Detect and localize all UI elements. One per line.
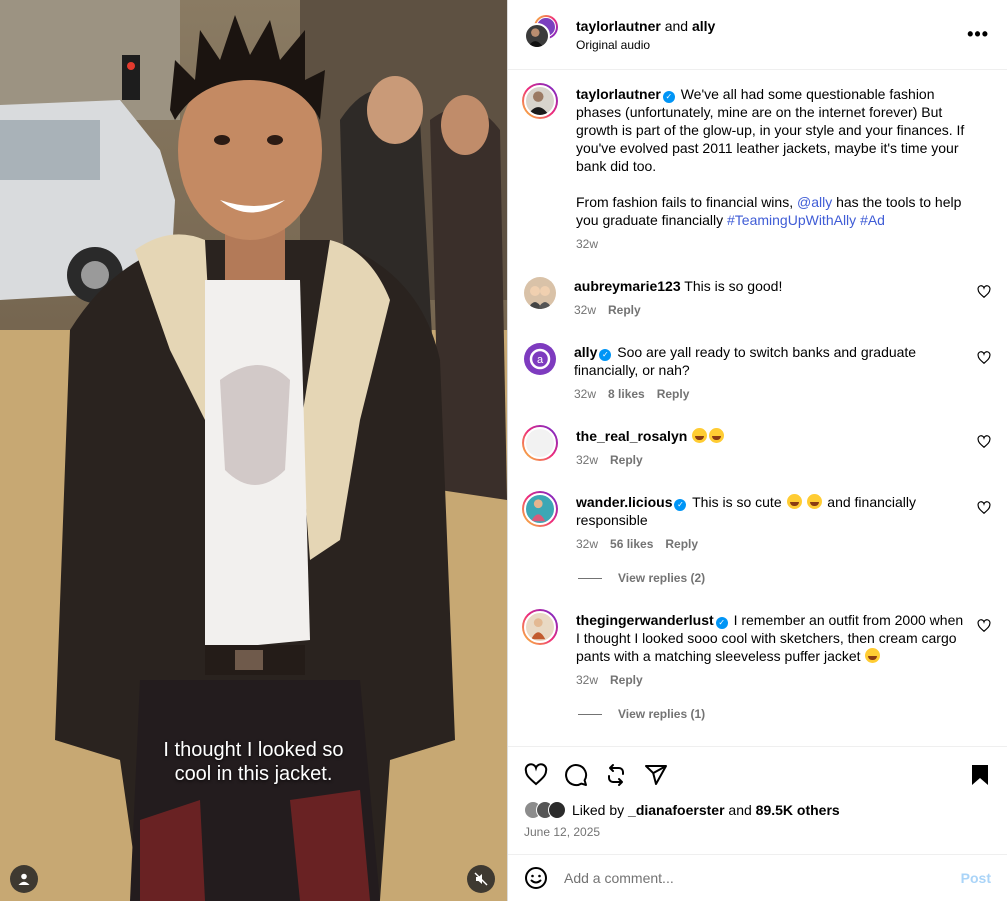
timestamp[interactable]: 32w — [576, 237, 598, 251]
mute-button[interactable] — [467, 865, 495, 893]
username[interactable]: wander.licious — [576, 494, 672, 510]
post-media[interactable]: I thought I looked so cool in this jacke… — [0, 0, 507, 901]
comments-list[interactable]: taylorlautner ✓ We've all had some questi… — [508, 71, 1007, 746]
comment-item: thegingerwanderlust ✓ I remember an outfi… — [522, 609, 991, 687]
laughing-emoji-icon — [709, 428, 725, 443]
timestamp[interactable]: 32w — [576, 453, 598, 467]
comment-item: a ally ✓ Soo are yall ready to switch ban… — [524, 343, 991, 401]
comment-bubble-icon[interactable] — [564, 763, 588, 787]
verified-badge-icon: ✓ — [674, 499, 687, 511]
reply-button[interactable]: Reply — [610, 673, 643, 687]
verified-badge-icon: ✓ — [599, 349, 612, 361]
timestamp[interactable]: 32w — [576, 673, 598, 687]
mention-link[interactable]: @ally — [797, 194, 832, 210]
post-authors: taylorlautner and ally — [576, 17, 715, 35]
username[interactable]: aubreymarie123 — [574, 278, 681, 294]
likes-count[interactable]: 8 likes — [608, 387, 645, 401]
post-comment-button[interactable]: Post — [961, 870, 991, 886]
avatar[interactable]: a — [524, 343, 556, 375]
likes-count[interactable]: 89.5K others — [756, 802, 840, 818]
username[interactable]: the_real_rosalyn — [576, 428, 687, 444]
author-link[interactable]: ally — [692, 18, 715, 34]
laughing-emoji-icon — [865, 648, 881, 663]
avatar[interactable] — [522, 83, 558, 119]
laughing-emoji-icon — [786, 494, 802, 509]
verified-badge-icon: ✓ — [715, 617, 728, 629]
share-send-icon[interactable] — [644, 763, 668, 787]
likes-summary[interactable]: Liked by _dianafoerster and 89.5K others — [524, 801, 840, 819]
emoji-picker-icon[interactable] — [524, 866, 548, 890]
timestamp[interactable]: 32w — [576, 537, 598, 551]
comment-item: wander.licious ✓ This is so cute and fina… — [522, 491, 991, 551]
hashtag-link[interactable]: #TeamingUpWithAlly — [727, 212, 856, 228]
comment-composer: Post — [508, 854, 1007, 901]
reply-button[interactable]: Reply — [608, 303, 641, 317]
save-bookmark-icon[interactable] — [968, 763, 992, 787]
timestamp[interactable]: 32w — [574, 303, 596, 317]
username[interactable]: thegingerwanderlust — [576, 612, 714, 628]
avatar — [548, 801, 566, 819]
tagged-user-button[interactable] — [10, 865, 38, 893]
comment-item: the_real_rosalyn 32w Reply — [522, 425, 991, 467]
reply-button[interactable]: Reply — [610, 453, 643, 467]
avatar[interactable] — [522, 425, 558, 461]
username[interactable]: taylorlautner — [576, 86, 661, 102]
audio-link[interactable]: Original audio — [576, 37, 715, 53]
laughing-emoji-icon — [807, 494, 823, 509]
author-link[interactable]: taylorlautner — [576, 18, 661, 34]
like-comment-heart-icon[interactable] — [977, 619, 991, 633]
avatar[interactable] — [522, 491, 558, 527]
hashtag-link[interactable]: #Ad — [860, 212, 885, 228]
post-date[interactable]: June 12, 2025 — [524, 825, 600, 839]
comment-text: This is so good! — [684, 278, 783, 294]
like-comment-heart-icon[interactable] — [977, 351, 991, 365]
comment-text: Soo are yall ready to switch banks and g… — [574, 344, 917, 378]
svg-text:a: a — [537, 354, 544, 366]
and-text: and — [664, 17, 689, 34]
liked-by-user[interactable]: _dianafoerster — [628, 802, 724, 818]
verified-badge-icon: ✓ — [662, 91, 675, 103]
muted-speaker-icon — [474, 872, 488, 886]
like-comment-heart-icon[interactable] — [977, 285, 991, 299]
likes-count[interactable]: 56 likes — [610, 537, 653, 551]
view-replies-label: View replies (2) — [618, 571, 706, 585]
laughing-emoji-icon — [692, 428, 708, 443]
like-comment-heart-icon[interactable] — [977, 501, 991, 515]
comment-item: aubreymarie123 This is so good! 32w Repl… — [524, 277, 991, 317]
caption-line: I thought I looked so — [163, 739, 344, 761]
user-icon — [18, 873, 30, 885]
comment-input[interactable] — [564, 870, 944, 886]
liked-by-text: Liked by — [572, 802, 625, 818]
reply-button[interactable]: Reply — [665, 537, 698, 551]
view-replies-button[interactable]: View replies (2) — [578, 571, 705, 585]
repost-icon[interactable] — [604, 763, 628, 787]
video-caption: I thought I looked so cool in this jacke… — [0, 738, 507, 786]
avatar[interactable] — [524, 277, 556, 309]
comment-text: This is so cute — [692, 494, 782, 510]
avatar — [524, 22, 550, 49]
like-heart-icon[interactable] — [524, 763, 548, 787]
collab-avatars[interactable] — [524, 14, 564, 55]
timestamp[interactable]: 32w — [574, 387, 596, 401]
post-header: taylorlautner and ally Original audio ••… — [508, 0, 1007, 70]
caption-text: From fashion fails to financial wins, — [576, 194, 794, 210]
view-replies-button[interactable]: View replies (1) — [578, 707, 705, 721]
post-actions: Liked by _dianafoerster and 89.5K others… — [508, 746, 1007, 854]
post-caption: taylorlautner ✓ We've all had some questi… — [522, 83, 991, 251]
liked-by-and: and — [728, 802, 752, 818]
caption-line: cool in this jacket. — [174, 763, 333, 785]
post-dialog: I thought I looked so cool in this jacke… — [0, 0, 1007, 901]
username[interactable]: ally — [574, 344, 597, 360]
like-comment-heart-icon[interactable] — [977, 435, 991, 449]
reply-button[interactable]: Reply — [657, 387, 690, 401]
post-sidebar: taylorlautner and ally Original audio ••… — [507, 0, 1007, 901]
view-replies-label: View replies (1) — [618, 707, 706, 721]
avatar[interactable] — [522, 609, 558, 645]
more-options-icon[interactable]: ••• — [967, 24, 989, 45]
